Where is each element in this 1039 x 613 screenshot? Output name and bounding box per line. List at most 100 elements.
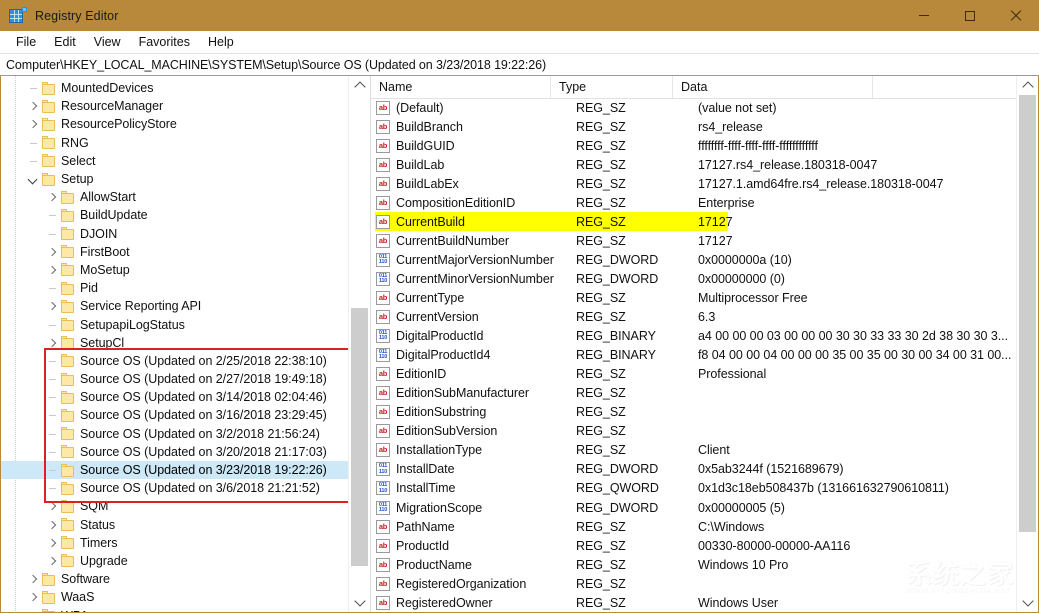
tree-scroll-up-icon[interactable]: [349, 76, 370, 95]
chevron-right-icon[interactable]: [45, 516, 60, 534]
tree-item[interactable]: MountedDevices: [1, 79, 348, 97]
table-row[interactable]: 011110CurrentMinorVersionNumberREG_DWORD…: [371, 269, 1019, 288]
chevron-right-icon[interactable]: [45, 334, 60, 352]
address-bar[interactable]: Computer\HKEY_LOCAL_MACHINE\SYSTEM\Setup…: [0, 53, 1039, 76]
menu-item-favorites[interactable]: Favorites: [130, 33, 199, 51]
tree-item[interactable]: Status: [1, 516, 348, 534]
close-button[interactable]: [993, 0, 1039, 31]
values-scroll-up-icon[interactable]: [1017, 76, 1038, 95]
tree-item[interactable]: Source OS (Updated on 3/2/2018 21:56:24): [1, 425, 348, 443]
chevron-right-icon[interactable]: [45, 261, 60, 279]
folder-icon: [41, 82, 56, 95]
table-row[interactable]: abCurrentTypeREG_SZMultiprocessor Free: [371, 288, 1019, 307]
tree-item[interactable]: FirstBoot: [1, 243, 348, 261]
values-scroll-down-icon[interactable]: [1017, 593, 1038, 612]
value-name: BuildGUID: [396, 139, 576, 153]
tree-scroll-down-icon[interactable]: [349, 593, 370, 612]
column-header-name[interactable]: Name: [371, 76, 551, 98]
table-row[interactable]: abEditionIDREG_SZProfessional: [371, 365, 1019, 384]
table-row[interactable]: abInstallationTypeREG_SZClient: [371, 441, 1019, 460]
tree-item[interactable]: Software: [1, 570, 348, 588]
chevron-right-icon[interactable]: [26, 607, 41, 612]
tree-item[interactable]: WPA: [1, 606, 348, 612]
table-row[interactable]: 011110MigrationScopeREG_DWORD0x00000005 …: [371, 498, 1019, 517]
table-row[interactable]: ab(Default)REG_SZ(value not set): [371, 98, 1019, 117]
table-row[interactable]: abEditionSubVersionREG_SZ: [371, 422, 1019, 441]
tree-item[interactable]: RNG: [1, 134, 348, 152]
table-row[interactable]: abEditionSubstringREG_SZ: [371, 403, 1019, 422]
registry-tree[interactable]: MountedDevicesResourceManagerResourcePol…: [1, 79, 348, 612]
tree-item[interactable]: ResourceManager: [1, 97, 348, 115]
tree-item[interactable]: Select: [1, 152, 348, 170]
table-row[interactable]: abProductNameREG_SZWindows 10 Pro: [371, 555, 1019, 574]
values-scrollbar[interactable]: [1016, 76, 1038, 612]
table-row[interactable]: abBuildLabExREG_SZ17127.1.amd64fre.rs4_r…: [371, 174, 1019, 193]
table-row-highlighted[interactable]: abCurrentBuildREG_SZ17127: [371, 212, 1019, 231]
tree-item[interactable]: AllowStart: [1, 188, 348, 206]
tree-scrollbar[interactable]: [348, 76, 370, 612]
values-list[interactable]: ab(Default)REG_SZ(value not set)abBuildB…: [371, 98, 1019, 612]
table-row[interactable]: 011110DigitalProductId4REG_BINARYf8 04 0…: [371, 346, 1019, 365]
minimize-button[interactable]: [901, 0, 947, 31]
menu-item-view[interactable]: View: [85, 33, 130, 51]
table-row[interactable]: abCompositionEditionIDREG_SZEnterprise: [371, 193, 1019, 212]
table-row[interactable]: 011110DigitalProductIdREG_BINARYa4 00 00…: [371, 327, 1019, 346]
table-row[interactable]: abCurrentVersionREG_SZ6.3: [371, 308, 1019, 327]
tree-item[interactable]: SQM: [1, 497, 348, 515]
tree-item[interactable]: SetupapiLogStatus: [1, 315, 348, 333]
tree-scroll-thumb[interactable]: [351, 308, 368, 566]
chevron-right-icon[interactable]: [45, 188, 60, 206]
tree-item[interactable]: DJOIN: [1, 225, 348, 243]
chevron-right-icon[interactable]: [45, 243, 60, 261]
table-row[interactable]: 011110CurrentMajorVersionNumberREG_DWORD…: [371, 250, 1019, 269]
tree-item[interactable]: Source OS (Updated on 3/6/2018 21:21:52): [1, 479, 348, 497]
tree-item[interactable]: Source OS (Updated on 3/14/2018 02:04:46…: [1, 388, 348, 406]
chevron-right-icon[interactable]: [26, 570, 41, 588]
table-row[interactable]: abCurrentBuildNumberREG_SZ17127: [371, 231, 1019, 250]
table-row[interactable]: abRegisteredOrganizationREG_SZ: [371, 574, 1019, 593]
menu-item-file[interactable]: File: [7, 33, 45, 51]
tree-item[interactable]: MoSetup: [1, 261, 348, 279]
menu-item-help[interactable]: Help: [199, 33, 243, 51]
tree-item[interactable]: Pid: [1, 279, 348, 297]
tree-item[interactable]: ResourcePolicyStore: [1, 115, 348, 133]
menu-item-edit[interactable]: Edit: [45, 33, 85, 51]
table-row[interactable]: 011110InstallTimeREG_QWORD0x1d3c18eb5084…: [371, 479, 1019, 498]
table-row[interactable]: abRegisteredOwnerREG_SZWindows User: [371, 593, 1019, 612]
tree-item[interactable]: Timers: [1, 534, 348, 552]
tree-item[interactable]: WaaS: [1, 588, 348, 606]
maximize-button[interactable]: [947, 0, 993, 31]
table-row[interactable]: abPathNameREG_SZC:\Windows: [371, 517, 1019, 536]
values-scroll-thumb[interactable]: [1019, 95, 1036, 532]
chevron-right-icon[interactable]: [45, 552, 60, 570]
tree-item-selected[interactable]: Source OS (Updated on 3/23/2018 19:22:26…: [1, 461, 348, 479]
tree-item[interactable]: Source OS (Updated on 2/25/2018 22:38:10…: [1, 352, 348, 370]
tree-item[interactable]: Source OS (Updated on 2/27/2018 19:49:18…: [1, 370, 348, 388]
table-row[interactable]: abBuildBranchREG_SZrs4_release: [371, 117, 1019, 136]
column-header-type[interactable]: Type: [551, 76, 673, 98]
chevron-down-icon[interactable]: [26, 170, 41, 188]
tree-item[interactable]: Source OS (Updated on 3/16/2018 23:29:45…: [1, 406, 348, 424]
folder-icon: [41, 609, 56, 612]
column-header-data[interactable]: Data: [673, 76, 873, 98]
tree-item[interactable]: Upgrade: [1, 552, 348, 570]
tree-item[interactable]: SetupCl: [1, 334, 348, 352]
chevron-right-icon[interactable]: [26, 588, 41, 606]
table-row[interactable]: abEditionSubManufacturerREG_SZ: [371, 384, 1019, 403]
table-row[interactable]: abBuildGUIDREG_SZffffffff-ffff-ffff-ffff…: [371, 136, 1019, 155]
folder-icon: [41, 154, 56, 167]
chevron-right-icon[interactable]: [45, 534, 60, 552]
table-row[interactable]: abBuildLabREG_SZ17127.rs4_release.180318…: [371, 155, 1019, 174]
tree-item[interactable]: Source OS (Updated on 3/20/2018 21:17:03…: [1, 443, 348, 461]
tree-item[interactable]: BuildUpdate: [1, 206, 348, 224]
chevron-right-icon[interactable]: [45, 297, 60, 315]
table-row[interactable]: 011110InstallDateREG_DWORD0x5ab3244f (15…: [371, 460, 1019, 479]
chevron-right-icon[interactable]: [26, 115, 41, 133]
chevron-right-icon[interactable]: [26, 97, 41, 115]
value-name: RegisteredOwner: [396, 596, 576, 610]
tree-item-label: AllowStart: [80, 190, 136, 204]
tree-item[interactable]: Setup: [1, 170, 348, 188]
tree-item[interactable]: Service Reporting API: [1, 297, 348, 315]
table-row[interactable]: abProductIdREG_SZ00330-80000-00000-AA116: [371, 536, 1019, 555]
chevron-right-icon[interactable]: [45, 497, 60, 515]
